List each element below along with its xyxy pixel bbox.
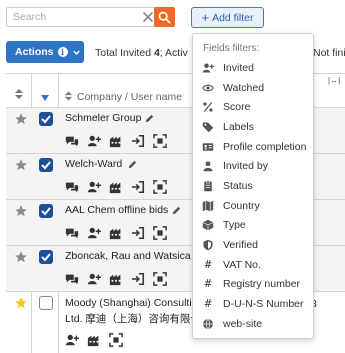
sort-desc-icon[interactable] — [40, 94, 50, 102]
sign-in-icon[interactable] — [131, 180, 145, 194]
fields-filter-dropdown: Fields filters: Invited Watched Score La… — [192, 33, 314, 339]
row-action-icons — [65, 272, 167, 286]
search-input[interactable] — [7, 8, 125, 26]
filter-item-invited-by[interactable]: Invited by — [193, 156, 313, 175]
map-icon — [202, 200, 214, 211]
filter-item-verified[interactable]: Verified — [193, 235, 313, 254]
filter-item-vat-no[interactable]: # VAT No. — [193, 255, 313, 274]
company-name[interactable]: Schmeler Group — [65, 112, 141, 124]
sign-in-icon[interactable] — [131, 134, 145, 148]
hash-icon: # — [203, 277, 213, 290]
building-icon[interactable] — [109, 226, 123, 240]
person-plus-icon[interactable] — [87, 226, 101, 240]
not-finished-label: Not fini — [313, 47, 345, 59]
person-plus-icon[interactable] — [87, 272, 101, 286]
scan-icon[interactable] — [109, 333, 123, 347]
row-checkbox[interactable] — [39, 158, 53, 172]
search-button[interactable] — [154, 7, 175, 27]
chat-icon[interactable] — [65, 272, 79, 286]
company-name[interactable]: Zboncak, Rau and Watsica — [65, 250, 191, 262]
info-icon: i — [57, 47, 68, 57]
row-checkbox[interactable] — [39, 296, 53, 310]
row-action-icons — [65, 333, 123, 347]
add-filter-button[interactable]: + Add filter — [191, 7, 264, 28]
star-icon[interactable] — [14, 204, 28, 218]
company-name[interactable]: Welch-Ward — [65, 158, 122, 170]
row-action-icons — [65, 134, 167, 148]
row-checkbox[interactable] — [39, 204, 53, 218]
company-name[interactable]: Moody (Shanghai) Consulting — [65, 297, 203, 309]
building-icon[interactable] — [109, 272, 123, 286]
filter-item-profile-completion[interactable]: Profile completion — [193, 137, 313, 156]
row-checkbox[interactable] — [39, 112, 53, 126]
filter-item-score[interactable]: Score — [193, 97, 313, 116]
hash-icon: # — [203, 258, 213, 271]
filter-item-country[interactable]: Country — [193, 196, 313, 215]
eye-icon — [202, 84, 214, 91]
star-icon[interactable] — [14, 250, 28, 264]
sort-both-icon[interactable] — [64, 90, 73, 102]
edit-icon[interactable] — [127, 159, 138, 170]
chevron-down-icon — [72, 50, 80, 55]
star-icon[interactable] — [14, 112, 28, 126]
scan-icon[interactable] — [153, 272, 167, 286]
actions-button[interactable]: Actions i — [6, 41, 84, 63]
edit-icon[interactable] — [144, 113, 155, 124]
filter-item-web-site[interactable]: web-site — [193, 314, 313, 333]
invite-summary: Total Invited 4; Activ — [95, 47, 188, 59]
sort-both-icon[interactable] — [14, 88, 24, 100]
person-plus-icon[interactable] — [87, 134, 101, 148]
filter-item-invited[interactable]: Invited — [193, 58, 313, 77]
chat-icon[interactable] — [65, 226, 79, 240]
scan-icon[interactable] — [153, 134, 167, 148]
dropdown-title: Fields filters: — [203, 43, 260, 54]
company-name-line2: Ltd. 摩迪（上海）咨询有限公司 — [65, 313, 212, 325]
actions-label: Actions — [15, 46, 54, 58]
building-icon[interactable] — [87, 333, 101, 347]
sign-in-icon[interactable] — [131, 272, 145, 286]
app-root: + Add filter Actions i Total Invited 4; … — [0, 0, 345, 353]
row-checkbox[interactable] — [39, 250, 53, 264]
edit-icon[interactable] — [171, 205, 182, 216]
building-icon[interactable] — [109, 180, 123, 194]
filter-item-duns-number[interactable]: # D-U-N-S Number — [193, 294, 313, 313]
chat-icon[interactable] — [65, 180, 79, 194]
sign-in-icon[interactable] — [131, 226, 145, 240]
cube-icon — [202, 219, 214, 230]
filter-item-watched[interactable]: Watched — [193, 78, 313, 97]
star-icon[interactable] — [14, 158, 28, 172]
search-icon — [158, 11, 171, 24]
row-action-icons — [65, 226, 167, 240]
id-card-icon — [202, 142, 214, 151]
row-action-icons — [65, 180, 167, 194]
globe-icon — [203, 318, 213, 329]
filter-item-type[interactable]: Type — [193, 215, 313, 234]
building-icon[interactable] — [109, 134, 123, 148]
filter-item-registry-number[interactable]: # Registry number — [193, 274, 313, 293]
search-field[interactable] — [6, 7, 156, 27]
chat-icon[interactable] — [65, 134, 79, 148]
shield-icon — [203, 239, 213, 250]
percent-icon — [203, 101, 213, 112]
star-icon[interactable] — [14, 296, 28, 310]
hash-icon: # — [203, 297, 213, 310]
person-plus-icon[interactable] — [87, 180, 101, 194]
person-plus-icon — [202, 63, 214, 72]
clipboard-icon — [204, 179, 212, 191]
column-resize-icon[interactable]: |↔| — [328, 76, 340, 85]
person-plus-icon[interactable] — [65, 333, 79, 347]
filter-item-status[interactable]: Status — [193, 176, 313, 195]
scan-icon[interactable] — [153, 226, 167, 240]
company-name[interactable]: AAL Chem offline bids — [65, 204, 168, 216]
add-filter-label: Add filter — [212, 11, 254, 24]
scan-icon[interactable] — [153, 180, 167, 194]
person-icon — [203, 160, 213, 171]
company-column-header[interactable]: Company / User name — [77, 91, 182, 103]
tag-icon — [202, 122, 214, 132]
plus-icon: + — [201, 9, 210, 25]
filter-item-labels[interactable]: Labels — [193, 117, 313, 136]
